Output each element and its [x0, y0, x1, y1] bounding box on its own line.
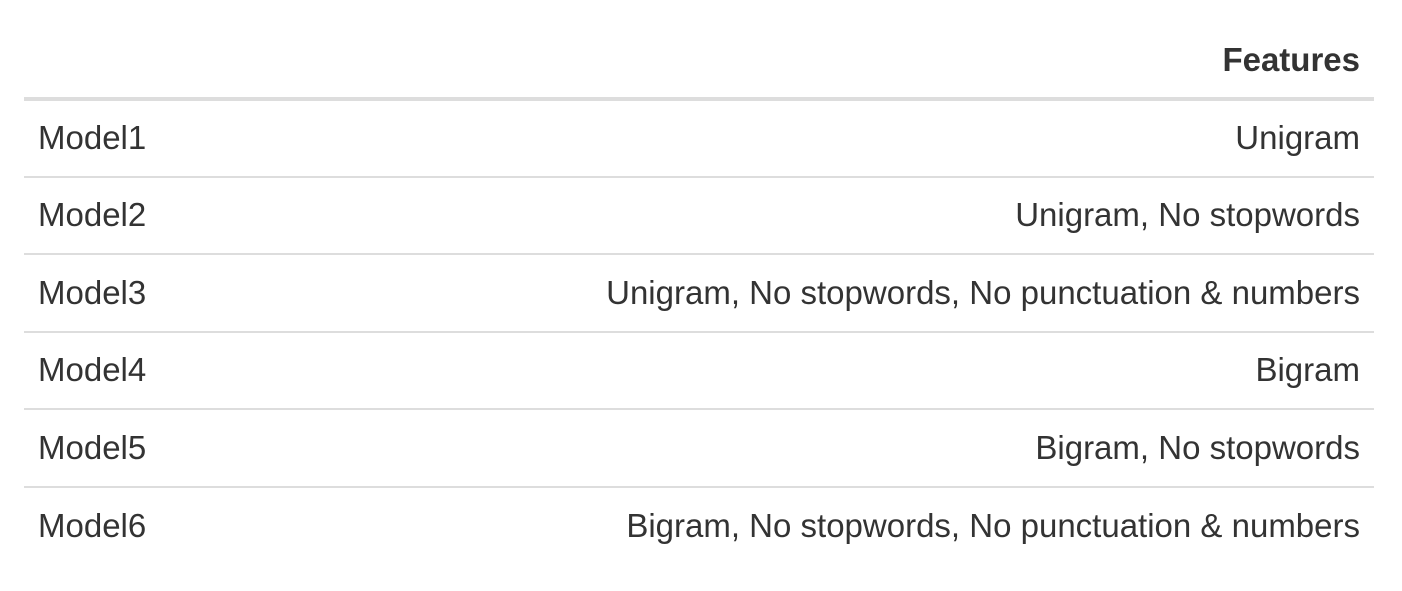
table-row: Model1 Unigram: [24, 99, 1374, 177]
table-row: Model6 Bigram, No stopwords, No punctuat…: [24, 485, 1374, 564]
header-model: [24, 0, 225, 101]
table-row: Model2 Unigram, No stopwords: [24, 175, 1374, 254]
model-features: Bigram, No stopwords, No punctuation & n…: [224, 485, 1374, 564]
model-name: Model4: [24, 330, 225, 409]
features-table: Features Model1 Unigram Model2 Unigram, …: [24, 0, 1374, 564]
header-row: Features: [24, 0, 1374, 101]
model-features: Unigram, No stopwords, No punctuation & …: [224, 253, 1374, 332]
table-row: Model3 Unigram, No stopwords, No punctua…: [24, 253, 1374, 332]
model-name: Model1: [38, 119, 147, 157]
model-features: Bigram: [224, 330, 1374, 409]
table-row: Model5 Bigram, No stopwords: [24, 408, 1374, 487]
model-features: Unigram, No stopwords: [224, 175, 1374, 254]
model-name: Model5: [24, 408, 225, 487]
model-name: Model6: [24, 485, 225, 564]
header-features: Features: [224, 0, 1374, 101]
model-name: Model3: [24, 253, 225, 332]
model-name: Model2: [24, 175, 225, 254]
model-features: Unigram: [1235, 119, 1360, 157]
table-row: Model4 Bigram: [24, 330, 1374, 409]
model-features: Bigram, No stopwords: [224, 408, 1374, 487]
